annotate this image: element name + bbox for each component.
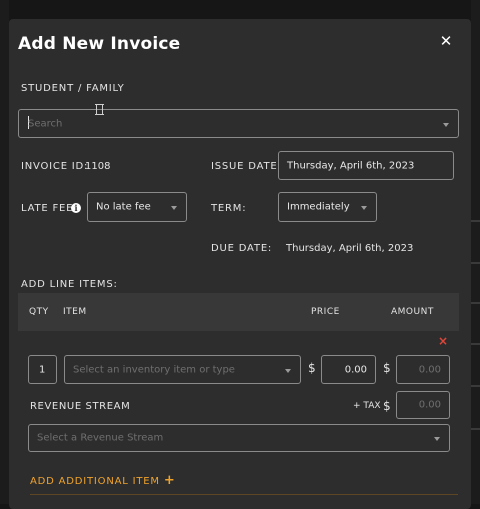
price-currency: $ bbox=[308, 361, 316, 375]
qty-input[interactable]: 1 bbox=[28, 355, 57, 384]
backdrop-divider bbox=[471, 385, 480, 387]
term-value: Immediately bbox=[287, 201, 350, 213]
issue-date-input[interactable]: Thursday, April 6th, 2023 bbox=[278, 151, 454, 180]
revenue-stream-select[interactable]: Select a Revenue Stream bbox=[28, 424, 450, 452]
close-icon[interactable]: ✕ bbox=[439, 34, 453, 49]
backdrop-divider bbox=[471, 343, 480, 345]
chevron-down-icon bbox=[285, 368, 291, 373]
invoice-id-value: 1108 bbox=[85, 161, 111, 172]
price-header: PRICE bbox=[311, 307, 340, 317]
add-additional-item-button[interactable]: ADD ADDITIONAL ITEM + bbox=[30, 473, 176, 488]
add-invoice-modal: Add New Invoice ✕ STUDENT / FAMILY Searc… bbox=[9, 19, 471, 509]
revenue-stream-label: REVENUE STREAM bbox=[30, 401, 131, 412]
tax-currency: $ bbox=[383, 399, 391, 413]
student-family-label: STUDENT / FAMILY bbox=[21, 83, 125, 94]
backdrop-right bbox=[471, 0, 480, 504]
amount-value: 0.00 bbox=[418, 364, 441, 375]
line-items-label: ADD LINE ITEMS: bbox=[21, 279, 118, 290]
backdrop-left bbox=[0, 0, 9, 504]
backdrop-divider bbox=[471, 220, 480, 222]
chevron-down-icon bbox=[443, 122, 449, 127]
amount-header: AMOUNT bbox=[391, 307, 434, 317]
add-item-divider bbox=[30, 494, 458, 495]
price-input[interactable]: 0.00 bbox=[321, 355, 376, 384]
inventory-item-select[interactable]: Select an inventory item or type bbox=[64, 355, 301, 384]
term-label: TERM: bbox=[211, 203, 247, 214]
remove-line-item-icon[interactable]: × bbox=[438, 334, 448, 348]
issue-date-label: ISSUE DATE: bbox=[211, 161, 282, 172]
tax-input[interactable]: 0.00 bbox=[396, 391, 450, 419]
revenue-stream-placeholder: Select a Revenue Stream bbox=[37, 432, 164, 444]
text-select-cursor-icon bbox=[95, 104, 104, 115]
tax-label: + TAX bbox=[353, 401, 381, 411]
add-item-label: ADD ADDITIONAL ITEM bbox=[30, 476, 160, 487]
issue-date-value: Thursday, April 6th, 2023 bbox=[287, 160, 415, 171]
backdrop-divider bbox=[471, 262, 480, 264]
due-date-value: Thursday, April 6th, 2023 bbox=[286, 243, 414, 254]
student-search-input[interactable]: Search bbox=[18, 109, 459, 138]
info-icon[interactable]: i bbox=[71, 203, 81, 213]
late-fee-value: No late fee bbox=[96, 201, 151, 213]
tax-value: 0.00 bbox=[418, 399, 441, 411]
invoice-id-label: INVOICE ID: bbox=[21, 161, 89, 172]
backdrop-divider bbox=[471, 302, 480, 304]
modal-title: Add New Invoice bbox=[18, 34, 181, 54]
inventory-item-placeholder: Select an inventory item or type bbox=[73, 364, 235, 375]
term-select[interactable]: Immediately bbox=[278, 192, 377, 222]
chevron-down-icon bbox=[171, 206, 177, 210]
line-items-header: QTY ITEM PRICE AMOUNT bbox=[18, 293, 459, 331]
chevron-down-icon bbox=[434, 437, 440, 441]
item-header: ITEM bbox=[63, 307, 87, 317]
price-value: 0.00 bbox=[344, 364, 367, 375]
late-fee-select[interactable]: No late fee bbox=[87, 192, 187, 222]
search-placeholder: Search bbox=[28, 118, 63, 129]
backdrop-divider bbox=[471, 428, 480, 430]
plus-icon: + bbox=[163, 473, 176, 488]
qty-value: 1 bbox=[39, 364, 46, 375]
amount-input[interactable]: 0.00 bbox=[396, 355, 450, 384]
due-date-label: DUE DATE: bbox=[211, 243, 273, 254]
amount-currency: $ bbox=[383, 361, 391, 375]
qty-header: QTY bbox=[29, 307, 49, 317]
late-fee-label: LATE FEE: bbox=[21, 203, 78, 214]
chevron-down-icon bbox=[361, 206, 367, 210]
